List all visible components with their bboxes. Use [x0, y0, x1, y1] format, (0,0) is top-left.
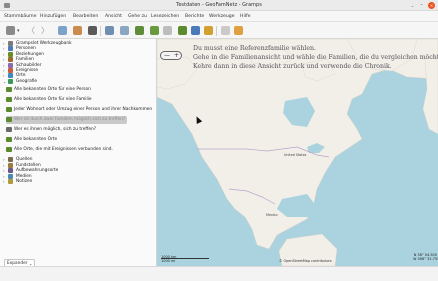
menu-bar: Stammbäume Hinzufügen Bearbeiten Ansicht… — [0, 11, 438, 22]
family-icon — [8, 57, 13, 62]
zoom-in-button[interactable]: + — [174, 52, 179, 59]
map-label-mexico: Mexico — [266, 213, 278, 217]
place-icon — [8, 73, 13, 78]
map-scale: 1000 km 1000 mi — [161, 255, 176, 263]
events-view-icon[interactable] — [204, 26, 213, 35]
geo-view-person-places[interactable]: Alle bekannten Orte für eine Person — [6, 86, 146, 94]
menu-bearbeiten[interactable]: Bearbeiten — [73, 14, 98, 19]
title-bar: Testdaten - GeoFamNetz - Gramps ⌄ ⌃ × — [0, 0, 438, 11]
print-icon[interactable] — [88, 26, 97, 35]
chevron-right-icon[interactable]: › — [3, 179, 5, 184]
zoom-out-button[interactable]: — — [164, 52, 170, 59]
toolbar-separator — [100, 26, 101, 36]
navigator-sidebar: › Grampslet Werkzeugbank › Personen › Be… — [0, 39, 157, 266]
map-attribution: © OpenStreetMap contributors — [279, 259, 332, 263]
geo-view-label: Wer ist durch zwei Familien möglich sich… — [14, 117, 126, 122]
geo-view-all-places[interactable]: Alle bekannten Orte — [6, 136, 146, 144]
tree-label: Notizen — [16, 179, 33, 184]
map-icon — [6, 117, 12, 122]
map-message-line: Du musst eine Referenzfamilie wählen. — [193, 45, 316, 52]
map-label-united-states: United States — [284, 153, 307, 157]
menu-hinzufuegen[interactable]: Hinzufügen — [40, 14, 66, 19]
tree-label: Geografie — [16, 79, 38, 84]
source-icon — [8, 157, 13, 162]
people-view-icon[interactable] — [191, 26, 200, 35]
minimize-button[interactable]: ⌄ — [409, 2, 416, 9]
places-icon[interactable] — [135, 26, 144, 35]
map-icon — [6, 107, 12, 112]
chevron-right-icon[interactable]: › — [3, 157, 5, 162]
tree-label: Quellen — [16, 157, 33, 162]
map-icon — [6, 147, 12, 152]
geo-view-family-meeting[interactable]: Wer ist durch zwei Familien möglich sich… — [6, 116, 127, 124]
person-icon — [8, 46, 13, 51]
chevron-right-icon[interactable]: › — [3, 168, 5, 173]
menu-ansicht[interactable]: Ansicht — [105, 14, 122, 19]
tree-label: Familien — [16, 57, 34, 62]
map-message-line: Gehe in die Familienansicht und wähle di… — [193, 54, 438, 61]
scale-mi: 1000 mi — [161, 259, 176, 263]
geo-view-label: Wer es ihnen möglich, sich zu treffen? — [14, 127, 96, 132]
bookmarks-icon[interactable] — [234, 26, 243, 35]
note-icon — [8, 179, 13, 184]
map-icon — [6, 87, 12, 92]
geo-view-label: Alle bekannten Orte für eine Person — [14, 87, 91, 92]
window-title: Testdaten - GeoFamNetz - Gramps — [176, 2, 262, 8]
geography-map[interactable]: Du musst eine Referenzfamilie wählen. Ge… — [157, 39, 438, 266]
config-icon[interactable] — [221, 26, 230, 35]
add-icon[interactable] — [105, 26, 114, 35]
back-icon[interactable]: 〈 — [27, 25, 35, 36]
status-bar — [0, 266, 438, 281]
map-icon — [6, 137, 12, 142]
coord-longitude: W 098° 32.755 — [413, 257, 438, 262]
map-message: Du musst eine Referenzfamilie wählen. Ge… — [193, 44, 438, 71]
menu-stammbaeume[interactable]: Stammbäume — [4, 14, 36, 19]
edit-icon[interactable] — [120, 26, 129, 35]
toolbar-separator — [216, 26, 217, 36]
chevron-right-icon[interactable]: › — [3, 57, 5, 62]
scale-bar — [161, 258, 209, 259]
globe-icon — [8, 79, 13, 84]
close-button[interactable]: × — [428, 2, 435, 9]
menu-berichte[interactable]: Berichte — [185, 14, 204, 19]
maximize-button[interactable]: ⌃ — [418, 2, 425, 9]
map-icon — [6, 127, 12, 132]
geo-view-label: Alle bekannten Orte für eine Familie — [14, 97, 92, 102]
tree-edit-icon[interactable] — [6, 26, 15, 35]
chevron-down-icon[interactable]: ▾ — [17, 28, 20, 34]
geo-view-event-places[interactable]: Alle Orte, die mit Ereignissen verbunden… — [6, 146, 146, 154]
menu-lesezeichen[interactable]: Lesezeichen — [151, 14, 179, 19]
forward-icon[interactable]: 〉 — [41, 25, 49, 36]
menu-gehe-zu[interactable]: Gehe zu — [128, 14, 147, 19]
home-icon[interactable] — [58, 26, 67, 35]
geo-view-label: Jeder Wohnort oder Umzug einer Person un… — [14, 107, 153, 112]
geo-view-label: Alle Orte, die mit Ereignissen verbunden… — [14, 147, 113, 152]
chevron-right-icon[interactable]: › — [3, 46, 5, 51]
tree-label: Personen — [16, 46, 36, 51]
geo-places-icon[interactable] — [178, 26, 187, 35]
repository-icon — [8, 168, 13, 173]
chevron-right-icon[interactable]: › — [3, 73, 5, 78]
chevron-down-icon[interactable]: ⌄ — [3, 79, 6, 84]
map-message-line: Kehre dann in diese Ansicht zurück und v… — [193, 63, 392, 70]
menu-hilfe[interactable]: Hilfe — [240, 14, 250, 19]
persons-icon[interactable] — [73, 26, 82, 35]
geo-view-family-places[interactable]: Alle bekannten Orte für eine Familie — [6, 96, 146, 104]
tree-label: Orte — [16, 73, 26, 78]
geo-view-icon[interactable] — [163, 26, 172, 35]
toolbar: ▾ 〈 〉 — [0, 22, 438, 39]
map-coordinates: N 38° 04.505 W 098° 32.755 — [413, 253, 438, 262]
geo-view-label: Alle bekannten Orte — [14, 137, 58, 142]
family-map-icon[interactable] — [150, 26, 159, 35]
geo-view-descendant-moves[interactable]: Jeder Wohnort oder Umzug einer Person un… — [6, 106, 156, 114]
tree-label: Aufbewahrungsorte — [16, 168, 59, 173]
geo-view-person-meeting[interactable]: Wer es ihnen möglich, sich zu treffen? — [6, 126, 146, 134]
map-icon — [6, 97, 12, 102]
menu-werkzeuge[interactable]: Werkzeuge — [209, 14, 235, 19]
zoom-control[interactable]: — + — [160, 51, 182, 60]
